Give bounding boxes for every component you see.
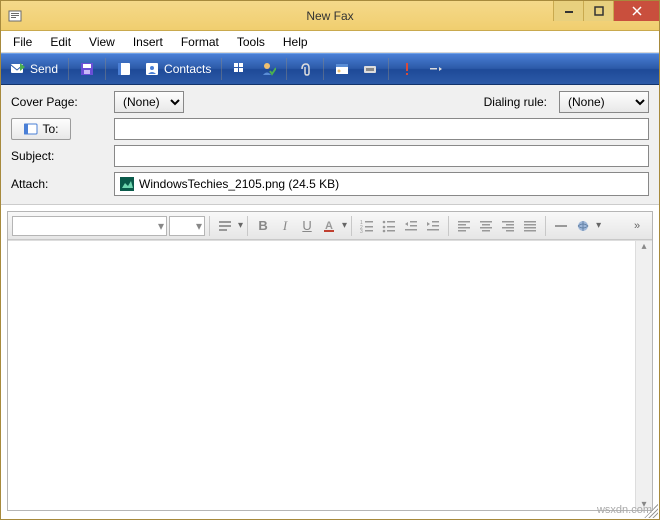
align-justify-button[interactable]: [519, 215, 541, 237]
menu-format[interactable]: Format: [173, 33, 227, 51]
to-label: To:: [42, 122, 58, 136]
chevron-down-icon: ▾: [238, 220, 243, 231]
menu-insert[interactable]: Insert: [125, 33, 171, 51]
attachment-box[interactable]: WindowsTechies_2105.png (24.5 KB): [114, 172, 649, 196]
menu-edit[interactable]: Edit: [42, 33, 79, 51]
menu-tools[interactable]: Tools: [229, 33, 273, 51]
font-size-combo[interactable]: ▾: [169, 216, 205, 236]
chevron-down-icon: ▾: [342, 220, 347, 231]
to-icon: [23, 121, 39, 137]
exclamation-icon: [399, 61, 415, 77]
vertical-scrollbar[interactable]: ▴ ▾: [635, 241, 652, 510]
editor-body[interactable]: ▴ ▾: [8, 240, 652, 510]
titlebar: New Fax: [1, 1, 659, 31]
insert-link-button[interactable]: [572, 215, 594, 237]
svg-text:3: 3: [360, 229, 363, 233]
grid-icon: [232, 61, 248, 77]
contacts-label: Contacts: [164, 62, 211, 76]
outdent-button[interactable]: [400, 215, 422, 237]
check-recipient-button[interactable]: [255, 57, 281, 81]
picture-icon: [334, 61, 350, 77]
menu-help[interactable]: Help: [275, 33, 316, 51]
save-button[interactable]: [74, 57, 100, 81]
app-icon: [7, 8, 23, 24]
italic-button[interactable]: I: [274, 215, 296, 237]
editor-toolbar: ▾ ▾ ▾ B I U A ▾ 123: [8, 212, 652, 240]
bullet-list-button[interactable]: [378, 215, 400, 237]
numbered-list-button[interactable]: 123: [356, 215, 378, 237]
contacts-button[interactable]: Contacts: [139, 57, 216, 81]
send-label: Send: [30, 62, 58, 76]
scan-button[interactable]: [357, 57, 383, 81]
scanner-icon: [362, 61, 378, 77]
chevron-down-icon: ▾: [158, 219, 164, 233]
maximize-button[interactable]: [583, 1, 613, 21]
dropdown-button[interactable]: [422, 57, 448, 81]
subject-label: Subject:: [11, 149, 106, 163]
attachment-name: WindowsTechies_2105.png (24.5 KB): [139, 177, 339, 191]
attach-button[interactable]: [292, 57, 318, 81]
paragraph-style-button[interactable]: [214, 215, 236, 237]
dialing-rule-select[interactable]: (None): [559, 91, 649, 113]
menubar: File Edit View Insert Format Tools Help: [1, 31, 659, 53]
main-toolbar: Send Contacts: [1, 53, 659, 85]
to-input[interactable]: [114, 118, 649, 140]
chevron-down-icon: ▾: [196, 219, 202, 233]
send-icon: [10, 61, 26, 77]
dropdown-icon: [427, 61, 443, 77]
menu-view[interactable]: View: [81, 33, 123, 51]
toolbar-overflow-button[interactable]: »: [626, 215, 648, 237]
font-color-button[interactable]: A: [318, 215, 340, 237]
send-button[interactable]: Send: [5, 57, 63, 81]
insert-hr-button[interactable]: [550, 215, 572, 237]
menu-file[interactable]: File: [5, 33, 40, 51]
minimize-button[interactable]: [553, 1, 583, 21]
person-check-icon: [260, 61, 276, 77]
close-button[interactable]: [613, 1, 659, 21]
attach-label: Attach:: [11, 177, 106, 191]
subject-input[interactable]: [114, 145, 649, 167]
bold-button[interactable]: B: [252, 215, 274, 237]
chevron-down-icon: ▾: [596, 220, 601, 231]
align-right-button[interactable]: [497, 215, 519, 237]
save-icon: [79, 61, 95, 77]
attachment-file-icon: [119, 176, 135, 192]
grid-button[interactable]: [227, 57, 253, 81]
editor: ▾ ▾ ▾ B I U A ▾ 123: [7, 211, 653, 511]
paperclip-icon: [297, 61, 313, 77]
scroll-up-icon: ▴: [641, 241, 646, 252]
insert-picture-button[interactable]: [329, 57, 355, 81]
contacts-icon: [144, 61, 160, 77]
align-left-button[interactable]: [453, 215, 475, 237]
cover-page-select[interactable]: (None): [114, 91, 184, 113]
addressbook-button[interactable]: [111, 57, 137, 81]
indent-button[interactable]: [422, 215, 444, 237]
align-center-button[interactable]: [475, 215, 497, 237]
priority-button[interactable]: [394, 57, 420, 81]
dialing-rule-label: Dialing rule:: [484, 95, 547, 109]
underline-button[interactable]: U: [296, 215, 318, 237]
watermark: wsxdn.com: [597, 504, 652, 516]
cover-page-label: Cover Page:: [11, 95, 106, 109]
addressbook-icon: [116, 61, 132, 77]
font-name-combo[interactable]: ▾: [12, 216, 167, 236]
header-fields: Cover Page: (None) Dialing rule: (None) …: [1, 85, 659, 205]
to-button[interactable]: To:: [11, 118, 71, 140]
